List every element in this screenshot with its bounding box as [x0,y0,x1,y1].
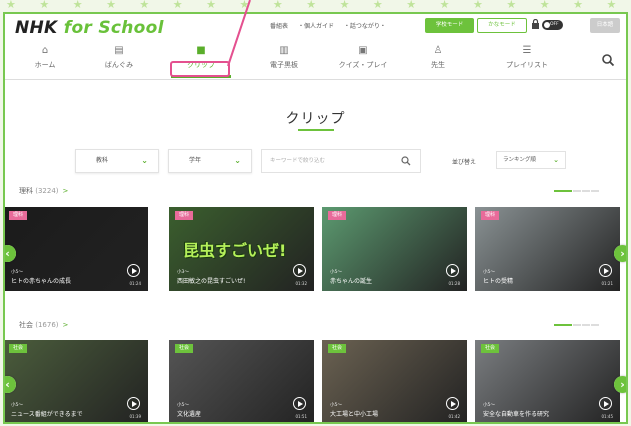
clip-duration: 01:39 [129,414,141,419]
section-title-science[interactable]: 理科 (3224) > [19,186,68,196]
carousel-indicator [553,324,599,327]
subject-tag: 社会 [175,344,194,353]
subject-tag: 理科 [328,211,347,220]
chevron-down-icon: ⌄ [234,156,241,165]
clip-duration: 01:28 [448,281,460,286]
title-underline [298,129,334,131]
grade-label: 小5〜 [11,270,23,275]
play-icon[interactable] [127,397,140,410]
clip-title: ヒトの赤ちゃんの成長 [11,278,72,285]
subject-tag: 社会 [9,344,28,353]
clip-duration: 01:32 [295,281,307,286]
play-icon[interactable] [446,397,459,410]
clip-title: 大工場と中小工場 [330,411,379,418]
clip-duration: 01:21 [601,281,613,286]
clip-card[interactable]: 社会小5〜ニュース番組ができるまで 01:39 [5,340,148,422]
clip-card[interactable]: 理科小5〜ヒトの受精 01:21 [475,207,620,291]
play-icon[interactable] [293,397,306,410]
clip-card[interactable]: 社会小5〜安全な自動車を作る研究 01:45 [475,340,620,422]
clip-title: 文化遺産 [177,411,202,418]
clip-duration: 01:42 [448,414,460,419]
carousel-next-button[interactable]: › [614,245,626,262]
clip-card[interactable]: 理科小5〜赤ちゃんの誕生 01:28 [322,207,467,291]
subject-tag: 理科 [175,211,194,220]
chevron-right-icon: › [614,245,626,262]
sort-label: 並び替え [452,159,477,166]
clip-title: 安全な自動車を作る研究 [483,411,550,418]
clip-card[interactable]: 社会小5〜大工場と中小工場 01:42 [322,340,467,422]
callout-pointer [170,0,251,77]
chevron-right-icon: › [614,376,626,393]
grade-label: 小5〜 [483,403,495,408]
carousel-indicator [553,190,599,193]
clip-card[interactable]: 理科小3〜西田敏之の昆虫すごいぜ! 01:32 昆虫すごいぜ! [169,207,314,291]
clip-duration: 01:24 [129,281,141,286]
clip-duration: 01:51 [295,414,307,419]
play-icon[interactable] [599,397,612,410]
grade-label: 小5〜 [330,270,342,275]
clip-title: 西田敏之の昆虫すごいぜ! [177,278,246,285]
subject-select[interactable]: 教科 ⌄ [75,149,159,173]
grade-select[interactable]: 学年 ⌄ [168,149,252,173]
chevron-down-icon: ⌄ [141,156,148,165]
clip-title: 赤ちゃんの誕生 [330,278,373,285]
play-icon[interactable] [293,264,306,277]
keyword-input[interactable]: キーワードで絞り込む [261,149,421,173]
search-icon[interactable] [401,156,411,166]
grade-label: 小5〜 [177,403,189,408]
section-title-social[interactable]: 社会 (1676) > [19,320,68,330]
subject-tag: 理科 [9,211,28,220]
chevron-down-icon: ⌄ [553,156,559,164]
play-icon[interactable] [127,264,140,277]
sort-select[interactable]: ランキング順 ⌄ [496,151,566,169]
clip-title: ヒトの受精 [483,278,514,285]
grade-label: 小5〜 [11,403,23,408]
play-icon[interactable] [446,264,459,277]
page-title: クリップ [285,111,346,127]
grade-label: 小5〜 [330,403,342,408]
clip-title: ニュース番組ができるまで [11,411,83,418]
subject-tag: 社会 [481,344,500,353]
clip-card[interactable]: 社会小5〜文化遺産 01:51 [169,340,314,422]
thumbnail-caption: 昆虫すごいぜ! [183,241,287,260]
clip-card[interactable]: 理科小5〜ヒトの赤ちゃんの成長 01:24 [5,207,148,291]
grade-label: 小5〜 [483,270,495,275]
clip-duration: 01:45 [601,414,613,419]
subject-tag: 理科 [481,211,500,220]
grade-label: 小3〜 [177,270,189,275]
carousel-next-button[interactable]: › [614,376,626,393]
subject-tag: 社会 [328,344,347,353]
play-icon[interactable] [599,264,612,277]
